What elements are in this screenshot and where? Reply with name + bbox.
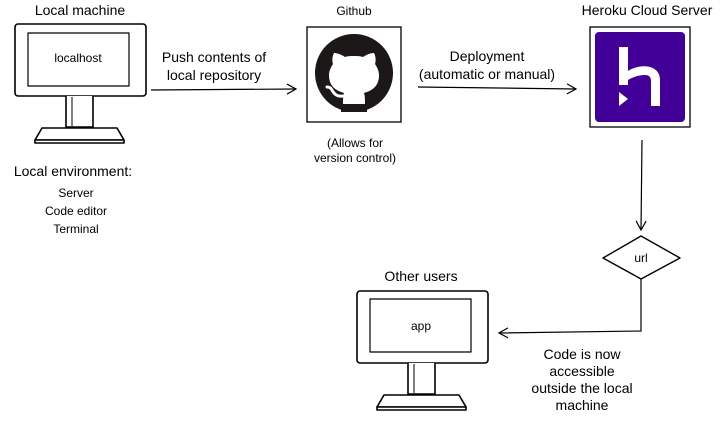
push-edge-label: Push contents of local repository xyxy=(161,49,267,83)
other-users-monitor-icon xyxy=(356,290,489,411)
github-title: Github xyxy=(336,4,372,18)
push-arrow xyxy=(150,83,298,95)
local-machine-title: Local machine xyxy=(34,2,126,18)
local-machine-monitor-icon xyxy=(14,23,147,144)
heroku-logo-icon xyxy=(595,32,685,122)
accessible-edge-label: Code is now accessible outside the local… xyxy=(531,346,633,413)
heroku-to-url-arrow xyxy=(635,139,647,232)
env-item-terminal: Terminal xyxy=(53,222,99,236)
other-users-title: Other users xyxy=(384,268,458,284)
env-item-server: Server xyxy=(58,186,94,200)
heroku-title: Heroku Cloud Server xyxy=(581,2,713,18)
github-logo-box xyxy=(306,26,402,123)
url-to-users-arrow xyxy=(497,278,642,339)
localhost-screen-text: localhost xyxy=(54,51,102,65)
env-item-code-editor: Code editor xyxy=(44,204,108,218)
app-screen-text: app xyxy=(410,319,432,333)
local-environment-title: Local environment: xyxy=(13,163,133,179)
deployment-edge-label: Deployment (automatic or manual) xyxy=(418,48,556,82)
deployment-arrow xyxy=(417,83,578,95)
heroku-logo-box xyxy=(589,26,691,128)
url-label: url xyxy=(634,251,648,265)
github-logo-icon xyxy=(315,34,393,112)
github-caption: (Allows for version control) xyxy=(313,136,397,165)
